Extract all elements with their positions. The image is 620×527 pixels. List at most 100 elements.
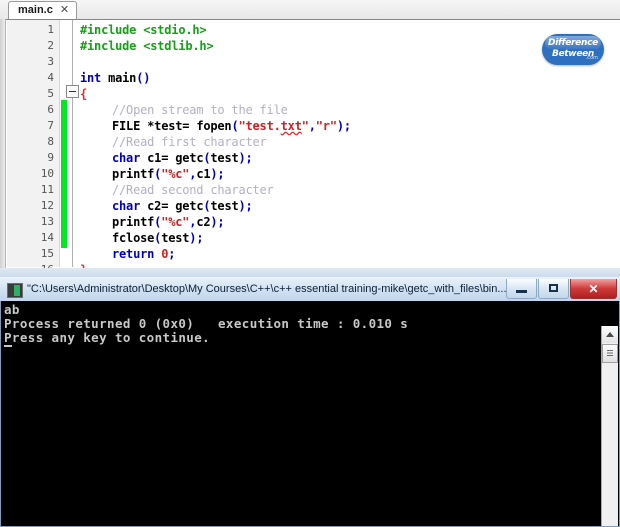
code-line-10: printf("%c",c1);: [112, 166, 225, 182]
code-line-5: {: [80, 86, 87, 102]
window-title: "C:\Users\Administrator\Desktop\My Cours…: [27, 283, 507, 295]
format-string: "%c": [161, 167, 190, 181]
console-scrollbar[interactable]: [601, 326, 618, 526]
logo-text-line1: Difference: [548, 38, 598, 48]
difference-between-logo: Difference Between .com: [538, 28, 608, 72]
identifier-c2: c2=: [147, 199, 169, 213]
close-button[interactable]: ✕: [570, 279, 617, 299]
argument-test: test: [210, 151, 239, 165]
line-number: 4: [47, 71, 54, 84]
code-line-11: //Read second character: [112, 182, 274, 198]
code-fold-toggle-icon[interactable]: [66, 85, 79, 98]
line-number: 6: [47, 103, 54, 116]
code-line-7: FILE *test= fopen("test.txt","r");: [112, 118, 351, 134]
function-printf: printf: [112, 167, 155, 181]
minimize-icon: [516, 290, 527, 293]
line-number: 10: [40, 167, 54, 180]
modified-lines-change-bar: [61, 100, 67, 248]
spellcheck-underlined-token: txt: [280, 119, 302, 133]
line-number-gutter: 1 2 3 4 5 6 7 8 9 10 11 12 13 14 15 16: [7, 20, 60, 276]
code-line-4: int main(): [80, 70, 150, 86]
comment-read-first: //Read first character: [112, 135, 267, 149]
maximize-button[interactable]: [538, 279, 569, 299]
argument-test: test: [210, 199, 239, 213]
pointer-decl-test: *test=: [147, 119, 190, 133]
format-string: "%c": [161, 215, 190, 229]
semicolon: ;: [196, 231, 204, 245]
console-output-text: ab Process returned 0 (0x0) execution ti…: [4, 302, 409, 345]
keyword-return: return: [112, 247, 155, 261]
code-line-9: char c1= getc(test);: [112, 150, 253, 166]
line-number: 14: [40, 231, 54, 244]
keyword-char: char: [112, 199, 141, 213]
argument-c2: c2: [196, 215, 211, 229]
preprocessor-directive: #include: [80, 23, 137, 37]
header-name: <stdlib.h>: [143, 39, 214, 53]
code-line-8: //Read first character: [112, 134, 267, 150]
logo-text-suffix: .com: [585, 55, 598, 61]
argument-c1: c1: [196, 167, 211, 181]
scrollbar-thumb[interactable]: [602, 344, 618, 363]
function-getc: getc: [175, 199, 204, 213]
code-fold-guide-line: [72, 20, 73, 267]
rparen: ): [238, 199, 246, 213]
logo-pill-shape: Difference Between .com: [542, 34, 604, 65]
console-title-bar[interactable]: "C:\Users\Administrator\Desktop\My Cours…: [0, 277, 620, 301]
comma: ,: [308, 119, 316, 133]
window-controls: ✕: [506, 279, 617, 299]
preprocessor-directive: #include: [80, 39, 137, 53]
line-number: 2: [47, 39, 54, 52]
line-number: 7: [47, 119, 54, 132]
type-file: FILE: [112, 119, 141, 133]
tab-label: main.c: [18, 4, 53, 16]
semicolon: ;: [217, 167, 225, 181]
scroll-up-arrow-icon[interactable]: [602, 326, 618, 343]
console-window: "C:\Users\Administrator\Desktop\My Cours…: [0, 277, 620, 527]
line-number: 9: [47, 151, 54, 164]
console-icon: [7, 283, 23, 298]
minimize-button[interactable]: [506, 279, 537, 299]
code-line-2: #include <stdlib.h>: [80, 38, 214, 54]
rparen: ): [238, 151, 246, 165]
brace-open: {: [80, 87, 88, 101]
code-line-13: printf("%c",c2);: [112, 214, 225, 230]
comment-open-stream: //Open stream to the file: [112, 103, 288, 117]
identifier-main: main: [108, 71, 137, 85]
editor-left-margin: [0, 19, 6, 268]
semicolon: ;: [168, 247, 176, 261]
line-number: 1: [47, 23, 54, 36]
line-number: 8: [47, 135, 54, 148]
console-output-area[interactable]: ab Process returned 0 (0x0) execution ti…: [0, 301, 620, 527]
comment-read-second: //Read second character: [112, 183, 274, 197]
console-cursor: [4, 345, 12, 347]
line-number: 3: [47, 55, 54, 68]
code-line-14: fclose(test);: [112, 230, 204, 246]
function-fclose: fclose: [112, 231, 155, 245]
semicolon: ;: [343, 119, 351, 133]
code-line-1: #include <stdio.h>: [80, 22, 207, 38]
keyword-char: char: [112, 151, 141, 165]
line-number: 13: [40, 215, 54, 228]
function-fopen: fopen: [196, 119, 232, 133]
string-filename-suffix: ": [301, 119, 309, 133]
semicolon: ;: [245, 151, 253, 165]
semicolon: ;: [245, 199, 253, 213]
close-icon: ✕: [588, 281, 599, 296]
rparen: ): [336, 119, 344, 133]
editor-tab-strip: main.c ✕: [0, 0, 620, 20]
code-line-12: char c2= getc(test);: [112, 198, 253, 214]
tab-main-c[interactable]: main.c ✕: [8, 1, 78, 19]
function-getc: getc: [175, 151, 204, 165]
line-number: 5: [47, 87, 54, 100]
close-icon[interactable]: ✕: [60, 5, 69, 16]
line-number: 11: [40, 183, 54, 196]
line-number: 12: [40, 199, 54, 212]
line-number: 15: [40, 247, 54, 260]
semicolon: ;: [217, 215, 225, 229]
string-filename-prefix: "test.: [238, 119, 281, 133]
code-line-6: //Open stream to the file: [112, 102, 288, 118]
argument-test: test: [161, 231, 190, 245]
maximize-icon: [549, 284, 558, 292]
code-editor-window: main.c ✕ 1 2 3 4 5 6 7 8 9 10 11 12 13 1…: [0, 0, 620, 287]
keyword-int: int: [80, 71, 102, 85]
